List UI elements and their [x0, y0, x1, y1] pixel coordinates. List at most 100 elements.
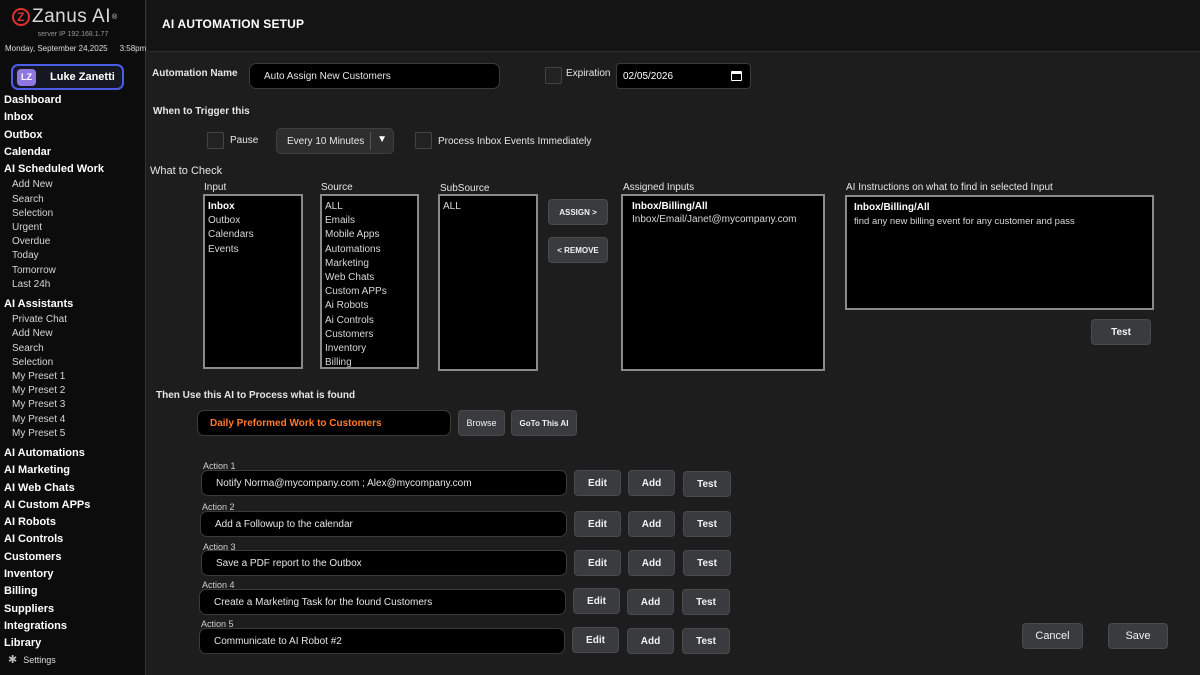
- nav-assistant-add-new[interactable]: Add New: [4, 327, 144, 341]
- action-3-add-button[interactable]: Add: [628, 550, 675, 576]
- nav-inbox[interactable]: Inbox: [4, 109, 144, 126]
- nav-billing[interactable]: Billing: [4, 583, 144, 600]
- nav-scheduled-add-new[interactable]: Add New: [4, 178, 144, 192]
- nav-ai-marketing[interactable]: AI Marketing: [4, 462, 144, 479]
- list-item[interactable]: Web Chats: [325, 271, 414, 285]
- nav-calendar[interactable]: Calendar: [4, 144, 144, 161]
- list-item[interactable]: ALL: [443, 200, 533, 214]
- action-1-field[interactable]: Notify Norma@mycompany.com ; Alex@mycomp…: [201, 470, 567, 496]
- nav-ai-robots[interactable]: AI Robots: [4, 514, 144, 531]
- list-item[interactable]: Calendars: [208, 228, 298, 242]
- automation-name-field[interactable]: Auto Assign New Customers: [249, 63, 500, 89]
- list-item[interactable]: Automations: [325, 243, 414, 257]
- subsource-list[interactable]: ALL: [438, 194, 538, 371]
- app-logo[interactable]: Z Zanus AI ®: [12, 6, 118, 28]
- nav-assistant-preset-1[interactable]: My Preset 1: [4, 370, 144, 384]
- trigger-interval-select[interactable]: Every 10 Minutes ▼: [276, 128, 394, 154]
- nav-scheduled-last-24h[interactable]: Last 24h: [4, 278, 144, 292]
- assign-button[interactable]: ASSIGN >: [548, 199, 608, 225]
- ai-select-field[interactable]: Daily Preformed Work to Customers: [197, 410, 451, 436]
- list-item[interactable]: Mobile Apps: [325, 228, 414, 242]
- nav-scheduled-overdue[interactable]: Overdue: [4, 235, 144, 249]
- expiration-checkbox[interactable]: [545, 67, 562, 84]
- nav-ai-assistants[interactable]: AI Assistants: [4, 296, 144, 313]
- list-item[interactable]: ALL: [325, 200, 414, 214]
- settings-link[interactable]: ✱ Settings: [8, 653, 56, 666]
- nav-dashboard[interactable]: Dashboard: [4, 92, 144, 109]
- action-2-edit-button[interactable]: Edit: [574, 511, 621, 537]
- process-immediately-checkbox[interactable]: [415, 132, 432, 149]
- nav-suppliers[interactable]: Suppliers: [4, 601, 144, 618]
- list-item[interactable]: Custom APPs: [325, 285, 414, 299]
- action-4-field[interactable]: Create a Marketing Task for the found Cu…: [199, 589, 566, 615]
- list-item[interactable]: Billing: [325, 356, 414, 367]
- date-time: Monday, September 24,2025 3:58pm: [5, 44, 146, 53]
- instructions-textarea[interactable]: Inbox/Billing/All find any new billing e…: [845, 195, 1154, 310]
- page-title: AI AUTOMATION SETUP: [162, 17, 305, 31]
- action-5-test-button[interactable]: Test: [682, 628, 730, 654]
- nav-ai-scheduled-work[interactable]: AI Scheduled Work: [4, 161, 144, 178]
- action-3-edit-button[interactable]: Edit: [574, 550, 621, 576]
- action-1-edit-button[interactable]: Edit: [574, 470, 621, 496]
- action-2-test-button[interactable]: Test: [683, 511, 731, 537]
- action-2-field[interactable]: Add a Followup to the calendar: [200, 511, 567, 537]
- nav-scheduled-urgent[interactable]: Urgent: [4, 221, 144, 235]
- nav-scheduled-today[interactable]: Today: [4, 249, 144, 263]
- calendar-icon[interactable]: [731, 71, 742, 81]
- action-3-field[interactable]: Save a PDF report to the Outbox: [201, 550, 567, 576]
- list-item[interactable]: Ai Robots: [325, 299, 414, 313]
- list-item[interactable]: Inbox/Email/Janet@mycompany.com: [626, 214, 820, 225]
- nav-integrations[interactable]: Integrations: [4, 618, 144, 635]
- nav-scheduled-search[interactable]: Search: [4, 193, 144, 207]
- expiration-date-value: 02/05/2026: [623, 70, 674, 82]
- action-5-field[interactable]: Communicate to AI Robot #2: [199, 628, 565, 654]
- nav-assistant-preset-5[interactable]: My Preset 5: [4, 427, 144, 441]
- list-item[interactable]: Inbox: [208, 200, 298, 214]
- action-2-add-button[interactable]: Add: [628, 511, 675, 537]
- nav-assistant-search[interactable]: Search: [4, 342, 144, 356]
- assigned-inputs-list[interactable]: Inbox/Billing/All Inbox/Email/Janet@myco…: [621, 194, 825, 371]
- nav-assistant-preset-3[interactable]: My Preset 3: [4, 398, 144, 412]
- action-1-test-button[interactable]: Test: [683, 471, 731, 497]
- nav-library[interactable]: Library: [4, 635, 144, 652]
- action-5-edit-button[interactable]: Edit: [572, 627, 619, 653]
- action-1-add-button[interactable]: Add: [628, 470, 675, 496]
- save-button[interactable]: Save: [1108, 623, 1168, 649]
- pause-checkbox[interactable]: [207, 132, 224, 149]
- nav-ai-controls[interactable]: AI Controls: [4, 531, 144, 548]
- list-item[interactable]: Events: [208, 243, 298, 257]
- nav-ai-web-chats[interactable]: AI Web Chats: [4, 480, 144, 497]
- nav-assistant-selection[interactable]: Selection: [4, 356, 144, 370]
- user-profile-button[interactable]: LZ Luke Zanetti: [11, 64, 124, 90]
- action-4-test-button[interactable]: Test: [682, 589, 730, 615]
- action-4-add-button[interactable]: Add: [627, 589, 674, 615]
- list-item[interactable]: Inbox/Billing/All: [626, 200, 820, 214]
- list-item[interactable]: Customers: [325, 328, 414, 342]
- list-item[interactable]: Marketing: [325, 257, 414, 271]
- test-instructions-button[interactable]: Test: [1091, 319, 1151, 345]
- nav-customers[interactable]: Customers: [4, 549, 144, 566]
- action-3-test-button[interactable]: Test: [683, 550, 731, 576]
- remove-button[interactable]: < REMOVE: [548, 237, 608, 263]
- expiration-date-field[interactable]: 02/05/2026: [616, 63, 751, 89]
- source-list[interactable]: ALL Emails Mobile Apps Automations Marke…: [320, 194, 419, 369]
- nav-inventory[interactable]: Inventory: [4, 566, 144, 583]
- nav-scheduled-selection[interactable]: Selection: [4, 207, 144, 221]
- nav-scheduled-tomorrow[interactable]: Tomorrow: [4, 264, 144, 278]
- nav-assistant-private-chat[interactable]: Private Chat: [4, 313, 144, 327]
- goto-ai-button[interactable]: GoTo This AI: [511, 410, 577, 436]
- nav-assistant-preset-2[interactable]: My Preset 2: [4, 384, 144, 398]
- action-4-edit-button[interactable]: Edit: [573, 588, 620, 614]
- nav-ai-custom-apps[interactable]: AI Custom APPs: [4, 497, 144, 514]
- nav-outbox[interactable]: Outbox: [4, 127, 144, 144]
- list-item[interactable]: Emails: [325, 214, 414, 228]
- nav-ai-automations[interactable]: AI Automations: [4, 445, 144, 462]
- input-list[interactable]: Inbox Outbox Calendars Events: [203, 194, 303, 369]
- list-item[interactable]: Ai Controls: [325, 314, 414, 328]
- list-item[interactable]: Inventory: [325, 342, 414, 356]
- action-5-add-button[interactable]: Add: [627, 628, 674, 654]
- cancel-button[interactable]: Cancel: [1022, 623, 1083, 649]
- list-item[interactable]: Outbox: [208, 214, 298, 228]
- browse-button[interactable]: Browse: [458, 410, 505, 436]
- nav-assistant-preset-4[interactable]: My Preset 4: [4, 413, 144, 427]
